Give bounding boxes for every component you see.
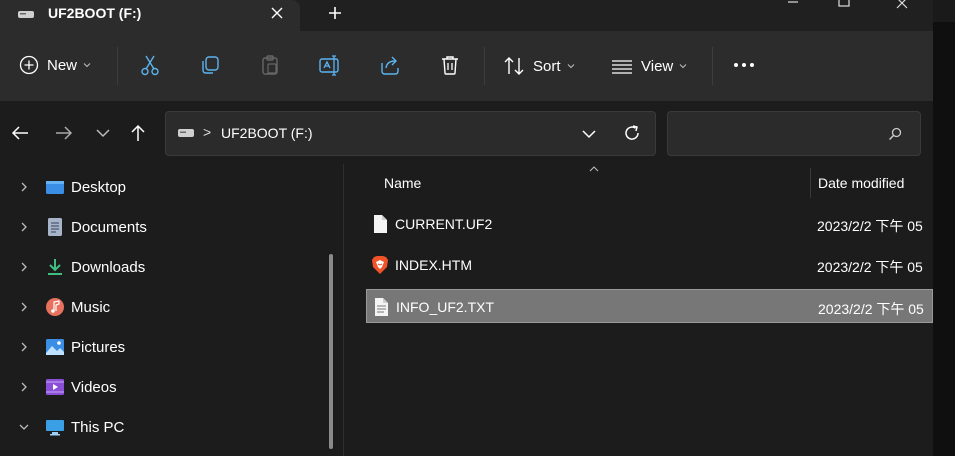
documents-folder-icon <box>48 218 62 236</box>
file-name: INFO_UF2.TXT <box>396 299 495 315</box>
sort-button[interactable]: Sort <box>503 55 575 77</box>
plus-circle-icon <box>19 55 39 75</box>
tab-title: UF2BOOT (F:) <box>48 5 142 21</box>
refresh-icon[interactable] <box>622 123 642 143</box>
sidebar-item-label: Desktop <box>71 179 127 196</box>
sidebar-item-label: Music <box>71 299 111 316</box>
desktop-folder-icon <box>46 181 64 194</box>
file-name: CURRENT.UF2 <box>395 216 493 232</box>
breadcrumb-drive[interactable]: UF2BOOT (F:) <box>221 125 313 141</box>
up-arrow-icon[interactable] <box>128 123 148 143</box>
tab-bar: UF2BOOT (F:) <box>0 0 933 31</box>
paste-icon[interactable] <box>258 53 282 77</box>
search-box[interactable] <box>667 111 921 156</box>
sidebar-item-music[interactable]: Music <box>0 286 320 326</box>
pictures-icon <box>46 339 64 355</box>
column-header-name[interactable]: Name <box>384 175 421 191</box>
file-date: 2023/2/2 下午 05 <box>818 301 924 317</box>
drive-icon <box>178 129 194 137</box>
file-row-info-uf2-txt[interactable]: INFO_UF2.TXT 2023/2/2 下午 05 <box>366 289 933 323</box>
delete-icon[interactable] <box>438 53 462 77</box>
new-label: New <box>47 56 78 74</box>
address-row: > UF2BOOT (F:) <box>0 101 933 164</box>
view-button[interactable]: View <box>611 55 687 77</box>
navigation-pane: Desktop Documents Downloads Music Pictur… <box>0 164 343 456</box>
download-arrow-icon <box>48 259 62 275</box>
sidebar-item-documents[interactable]: Documents <box>0 206 320 246</box>
address-dropdown-icon[interactable] <box>581 126 597 142</box>
close-tab-icon[interactable] <box>268 4 286 22</box>
chevron-down-icon <box>83 63 91 68</box>
drive-icon <box>18 11 34 18</box>
sidebar-item-label: Documents <box>71 219 147 236</box>
sidebar-item-this-pc[interactable]: This PC <box>0 406 320 446</box>
sort-arrows-icon <box>504 57 524 75</box>
forward-arrow-icon[interactable] <box>54 123 74 143</box>
search-input[interactable] <box>678 122 878 146</box>
cut-icon[interactable] <box>138 53 162 77</box>
new-button[interactable]: New <box>19 55 91 75</box>
toolbar-divider <box>117 47 118 85</box>
file-list: Name Date modified CURRENT.UF2 2023/2/2 … <box>344 164 933 456</box>
file-row-current-uf2[interactable]: CURRENT.UF2 2023/2/2 下午 05 <box>366 207 933 241</box>
rename-icon[interactable] <box>318 53 342 77</box>
command-bar: New Sort View <box>0 31 933 101</box>
toolbar-divider <box>712 47 713 85</box>
chevron-right-icon[interactable] <box>18 381 30 393</box>
sort-label: Sort <box>533 57 561 75</box>
chevron-right-icon[interactable] <box>18 221 30 233</box>
chevron-right-icon[interactable] <box>18 301 30 313</box>
search-icon[interactable] <box>887 126 903 142</box>
sidebar-item-label: Pictures <box>71 339 126 356</box>
minimize-icon[interactable] <box>770 0 816 12</box>
new-tab-icon[interactable] <box>326 4 344 22</box>
sidebar-item-label: Videos <box>71 379 117 396</box>
copy-icon[interactable] <box>198 53 222 77</box>
text-file-icon <box>375 298 388 316</box>
chevron-right-icon[interactable] <box>18 181 30 193</box>
chevron-right-icon[interactable] <box>18 341 30 353</box>
recent-locations-chevron-icon[interactable] <box>93 123 113 143</box>
chevron-right-icon[interactable] <box>18 261 30 273</box>
chevron-down-icon <box>679 64 687 69</box>
file-row-index-htm[interactable]: INDEX.HTM 2023/2/2 下午 05 <box>366 248 933 282</box>
sidebar-item-label: This PC <box>71 419 125 436</box>
sidebar-item-videos[interactable]: Videos <box>0 366 320 406</box>
blank-file-icon <box>374 215 387 233</box>
sidebar-scrollbar[interactable] <box>329 254 333 449</box>
music-icon <box>46 298 64 316</box>
column-header-date-modified[interactable]: Date modified <box>818 175 904 191</box>
tab-uf2boot[interactable]: UF2BOOT (F:) <box>0 0 300 31</box>
back-arrow-icon[interactable] <box>10 123 30 143</box>
file-date: 2023/2/2 下午 05 <box>817 218 923 234</box>
chevron-down-icon[interactable] <box>18 421 30 433</box>
file-date: 2023/2/2 下午 05 <box>817 259 923 275</box>
column-divider[interactable] <box>810 168 811 198</box>
toolbar-divider <box>484 47 485 85</box>
chevron-down-icon <box>567 64 574 69</box>
address-bar[interactable]: > UF2BOOT (F:) <box>165 111 656 156</box>
background-window-edge <box>933 0 955 456</box>
share-icon[interactable] <box>378 53 402 77</box>
sidebar-item-pictures[interactable]: Pictures <box>0 326 320 366</box>
sidebar-item-downloads[interactable]: Downloads <box>0 246 320 286</box>
videos-icon <box>46 379 64 395</box>
view-lines-icon <box>612 60 632 74</box>
sidebar-item-label: Downloads <box>71 259 146 276</box>
more-options-icon[interactable] <box>732 53 756 77</box>
file-name: INDEX.HTM <box>395 257 472 273</box>
close-window-icon[interactable] <box>881 0 927 12</box>
this-pc-icon <box>46 420 64 436</box>
breadcrumb-separator[interactable]: > <box>203 124 211 140</box>
sidebar-item-desktop[interactable]: Desktop <box>0 166 320 206</box>
brave-browser-icon <box>372 256 388 274</box>
sort-ascending-icon <box>589 166 599 172</box>
maximize-icon[interactable] <box>822 0 868 12</box>
view-label: View <box>641 57 674 75</box>
